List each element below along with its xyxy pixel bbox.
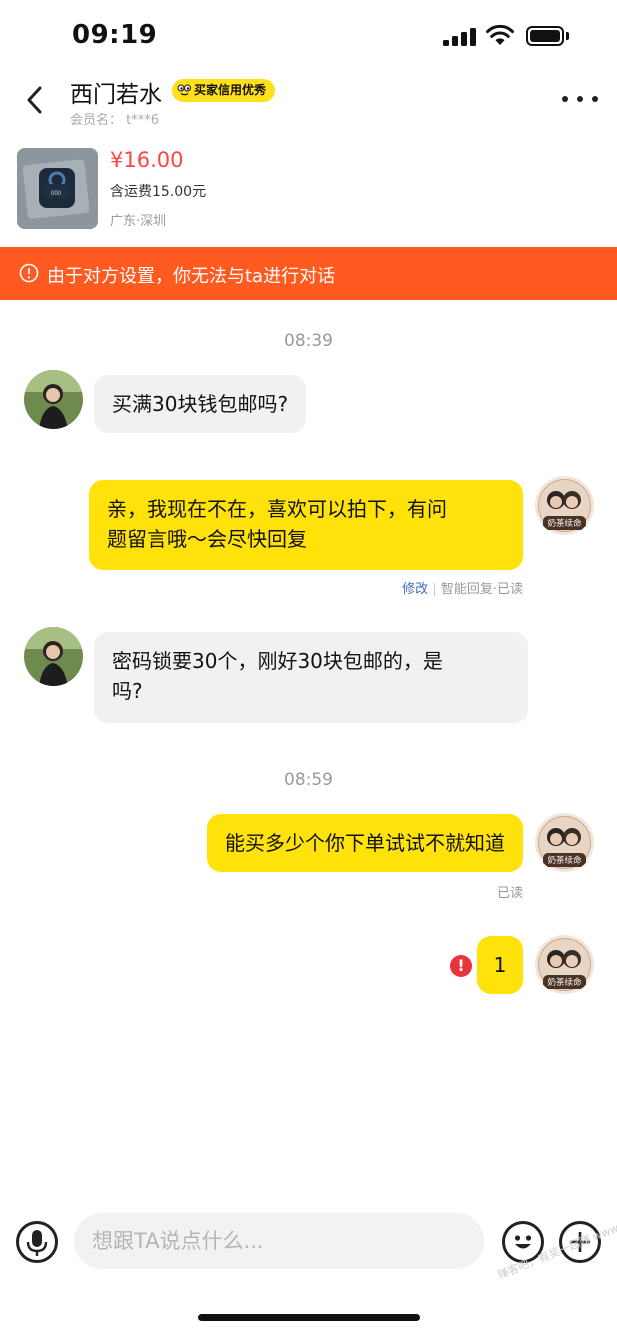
meta-separator: | xyxy=(432,582,437,597)
my-avatar[interactable]: 奶茶续命 xyxy=(535,813,594,872)
message-bubble-outgoing[interactable]: 1 xyxy=(477,936,523,994)
more-dot-icon xyxy=(592,96,598,102)
member-id: t***6 xyxy=(126,113,160,128)
wifi-icon xyxy=(486,24,514,45)
status-bar: 09:19 xyxy=(0,0,617,70)
product-card[interactable]: 000 ¥16.00 含运费15.00元 广东·深圳 xyxy=(0,145,617,237)
chat-restricted-text: 由于对方设置，你无法与ta进行对话 xyxy=(47,266,336,287)
chat-restricted-banner: 由于对方设置，你无法与ta进行对话 xyxy=(0,247,617,300)
microphone-icon xyxy=(26,1230,48,1256)
product-shipping: 含运费15.00元 xyxy=(110,184,207,200)
svg-text:000: 000 xyxy=(51,191,62,197)
more-dot-icon xyxy=(577,96,583,102)
credit-badge-label: 买家信用优秀 xyxy=(194,83,267,97)
fish-mascot-icon xyxy=(175,81,194,100)
message-line: 题留言哦～会尽快回复 xyxy=(107,527,307,551)
my-avatar-label: 奶茶续命 xyxy=(547,518,582,529)
message-bubble-incoming[interactable]: 买满30块钱包邮吗? xyxy=(94,375,307,433)
info-circle-icon xyxy=(19,263,39,283)
voice-button[interactable] xyxy=(16,1221,58,1263)
home-indicator[interactable] xyxy=(198,1314,420,1321)
message-line: 吗? xyxy=(112,679,143,703)
read-status: 已读 xyxy=(496,886,523,901)
send-failed-icon[interactable]: ! xyxy=(450,955,472,977)
contact-name[interactable]: 西门若水 xyxy=(70,75,162,109)
member-line: 会员名： t***6 xyxy=(70,109,159,128)
more-dot-icon xyxy=(562,96,568,102)
message-input[interactable] xyxy=(74,1213,484,1269)
credit-badge[interactable]: 买家信用优秀 xyxy=(172,79,276,102)
message-bubble-outgoing[interactable]: 能买多少个你下单试试不就知道 xyxy=(207,814,523,872)
cellular-signal-icon xyxy=(443,28,477,46)
my-avatar[interactable]: 奶茶续命 xyxy=(535,476,594,535)
chat-timestamp: 08:59 xyxy=(284,770,333,790)
my-avatar[interactable]: 奶茶续命 xyxy=(535,935,594,994)
my-avatar-label: 奶茶续命 xyxy=(547,977,582,988)
other-user-avatar[interactable] xyxy=(24,370,83,429)
product-thumbnail[interactable]: 000 xyxy=(17,148,98,229)
message-bubble-outgoing[interactable]: 亲，我现在不在，喜欢可以拍下，有问 题留言哦～会尽快回复 xyxy=(89,480,523,570)
back-arrow-icon[interactable] xyxy=(20,84,52,116)
chat-header: 西门若水 买家信用优秀 会员名： t***6 xyxy=(0,70,617,132)
battery-cap xyxy=(566,32,569,40)
battery-icon xyxy=(526,26,564,46)
message-bubble-incoming[interactable]: 密码锁要30个，刚好30块包邮的，是 吗? xyxy=(94,632,528,723)
status-time: 09:19 xyxy=(72,20,158,50)
member-label: 会员名： xyxy=(70,113,123,128)
other-user-avatar[interactable] xyxy=(24,627,83,686)
edit-link[interactable]: 修改 xyxy=(402,582,428,597)
my-avatar-label: 奶茶续命 xyxy=(547,855,582,866)
message-line: 亲，我现在不在，喜欢可以拍下，有问 xyxy=(107,497,447,521)
message-meta: 修改 | 智能回复·已读 xyxy=(300,578,523,597)
more-options-button[interactable] xyxy=(562,90,598,108)
message-line: 密码锁要30个，刚好30块包邮的，是 xyxy=(112,649,443,673)
chat-timestamp: 08:39 xyxy=(284,331,333,351)
read-status: 智能回复·已读 xyxy=(440,582,523,597)
product-price: ¥16.00 xyxy=(110,148,184,172)
product-location: 广东·深圳 xyxy=(110,214,167,229)
